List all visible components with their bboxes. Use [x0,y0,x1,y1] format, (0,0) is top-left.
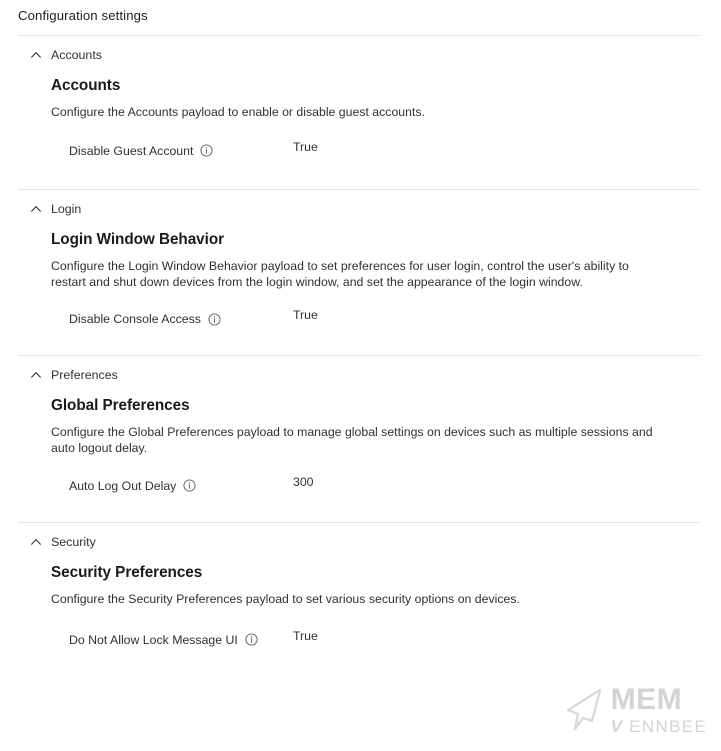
setting-rows: Auto Log Out Delay 300 [51,474,721,522]
setting-label: Do Not Allow Lock Message UI [69,632,238,647]
setting-label-cell: Disable Guest Account [69,139,293,159]
setting-row: Do Not Allow Lock Message UI True [51,628,721,654]
watermark-v: V [610,717,624,736]
section-name: Security [51,534,96,549]
section-header-security[interactable]: Security [0,523,721,551]
payload-description: Configure the Accounts payload to enable… [51,105,425,119]
setting-label: Disable Console Access [69,312,201,327]
configuration-settings-page: Configuration settings Accounts Accounts C… [0,0,721,751]
payload-block: Login Window Behavior Configure the Login… [0,218,721,356]
payload-title: Global Preferences [51,397,190,415]
watermark-line-2: V ENNBEE [611,718,707,735]
setting-label: Disable Guest Account [69,143,194,158]
payload-description: Configure the Security Preferences paylo… [51,591,520,606]
cursor-arrow-icon [562,688,604,732]
info-icon[interactable] [183,479,196,493]
section-header-accounts[interactable]: Accounts [0,36,721,64]
watermark-text: MEM V ENNBEE [610,683,707,736]
section-name: Login [51,201,82,216]
setting-label-cell: Do Not Allow Lock Message UI [69,628,293,648]
setting-value[interactable]: True [293,628,318,644]
payload-title: Accounts [51,77,121,94]
payload-description: Configure the Login Window Behavior payl… [51,258,629,289]
payload-title: Login Window Behavior [51,230,225,248]
settings-sections-list: Accounts Accounts Configure the Accounts p… [0,36,721,664]
settings-section: Login Login Window Behavior Configure the … [0,188,721,356]
payload-block: Security Preferences Configure the Securi… [0,551,721,664]
payload-block: Global Preferences Configure the Global P… [0,384,721,522]
page-title: Configuration settings [18,8,148,23]
setting-label-cell: Auto Log Out Delay [69,474,293,494]
setting-rows: Disable Guest Account True [51,139,721,189]
setting-rows: Disable Console Access True [51,307,721,355]
payload-title: Security Preferences [51,563,203,581]
watermark-line-1: MEM [610,683,683,716]
chevron-up-icon[interactable] [30,203,42,215]
settings-section: Preferences Global Preferences Configure t… [0,355,721,522]
section-header-login[interactable]: Login [0,190,721,218]
setting-label: Auto Log Out Delay [69,478,177,493]
section-name: Preferences [51,368,118,383]
settings-section: Security Security Preferences Configure th… [0,521,721,664]
setting-row: Disable Console Access True [51,307,721,333]
watermark: MEM V ENNBEE [562,685,707,735]
payload-description: Configure the Global Preferences payload… [51,425,653,456]
settings-section: Accounts Accounts Configure the Accounts p… [0,36,721,189]
chevron-up-icon[interactable] [30,536,42,548]
setting-row: Auto Log Out Delay 300 [51,474,721,500]
setting-value[interactable]: 300 [293,474,314,490]
chevron-up-icon[interactable] [30,369,42,381]
setting-label-cell: Disable Console Access [69,307,293,327]
setting-rows: Do Not Allow Lock Message UI True [51,628,721,664]
info-icon[interactable] [208,313,221,326]
chevron-up-icon[interactable] [30,49,42,61]
info-icon[interactable] [245,633,258,646]
section-header-preferences[interactable]: Preferences [0,356,721,384]
info-icon[interactable] [200,144,213,157]
watermark-ennbee: ENNBEE [629,717,707,736]
section-name: Accounts [51,48,102,62]
setting-row: Disable Guest Account True [51,139,721,165]
payload-block: Accounts Configure the Accounts payload t… [0,64,721,189]
setting-value[interactable]: True [293,139,318,155]
setting-value[interactable]: True [293,307,318,323]
